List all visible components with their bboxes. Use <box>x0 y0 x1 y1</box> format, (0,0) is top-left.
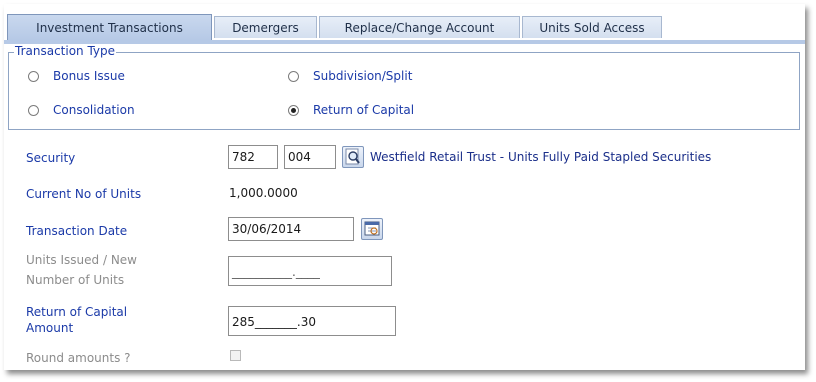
tab-strip-divider <box>4 40 805 44</box>
radio-button[interactable] <box>28 104 39 116</box>
radio-label: Consolidation <box>53 103 135 117</box>
tab-investment-transactions[interactable]: Investment Transactions <box>7 14 212 40</box>
radio-button[interactable] <box>28 70 39 82</box>
round-amounts-label: Round amounts ? <box>26 351 131 365</box>
security-code-input[interactable]: 782 <box>228 145 278 169</box>
return-capital-amount-input[interactable]: 285_______.30 <box>228 306 396 336</box>
investment-panel: Investment Transactions Demergers Replac… <box>4 4 805 370</box>
security-lookup-button[interactable] <box>342 146 364 168</box>
radio-label: Bonus Issue <box>53 69 125 83</box>
tab-units-sold-access[interactable]: Units Sold Access <box>522 16 662 38</box>
security-sub-code-input[interactable]: 004 <box>284 145 336 169</box>
radio-label: Subdivision/Split <box>313 69 413 83</box>
units-issued-label-line2: Number of Units <box>26 273 125 287</box>
transaction-date-input[interactable]: 30/06/2014 <box>228 217 354 241</box>
radio-label: Return of Capital <box>313 103 415 117</box>
return-capital-label-line1: Return of Capital <box>26 305 128 319</box>
tab-bar: Investment Transactions Demergers Replac… <box>4 14 805 40</box>
security-description: Westfield Retail Trust - Units Fully Pai… <box>370 150 712 164</box>
return-capital-label-line2: Amount <box>26 321 74 335</box>
radio-return-of-capital[interactable]: Return of Capital <box>288 103 414 117</box>
radio-consolidation[interactable]: Consolidation <box>28 103 135 117</box>
radio-button[interactable] <box>288 70 299 82</box>
magnifier-icon <box>345 148 360 165</box>
security-label: Security <box>26 151 76 165</box>
transaction-type-group <box>8 52 800 130</box>
tab-replace-change-account[interactable]: Replace/Change Account <box>319 16 520 38</box>
units-issued-input[interactable]: __________.____ <box>228 256 392 286</box>
radio-subdivision-split[interactable]: Subdivision/Split <box>288 69 412 83</box>
units-issued-label-line1: Units Issued / New <box>26 253 137 267</box>
tab-demergers[interactable]: Demergers <box>214 16 317 38</box>
current-units-label: Current No of Units <box>26 187 142 201</box>
calendar-icon <box>364 221 380 236</box>
radio-bonus-issue[interactable]: Bonus Issue <box>28 69 125 83</box>
radio-button[interactable] <box>288 104 299 116</box>
transaction-type-legend: Transaction Type <box>14 44 117 58</box>
round-amounts-checkbox[interactable] <box>230 350 241 361</box>
transaction-date-label: Transaction Date <box>26 224 128 238</box>
calendar-button[interactable] <box>361 218 383 240</box>
current-units-value: 1,000.0000 <box>229 186 298 200</box>
